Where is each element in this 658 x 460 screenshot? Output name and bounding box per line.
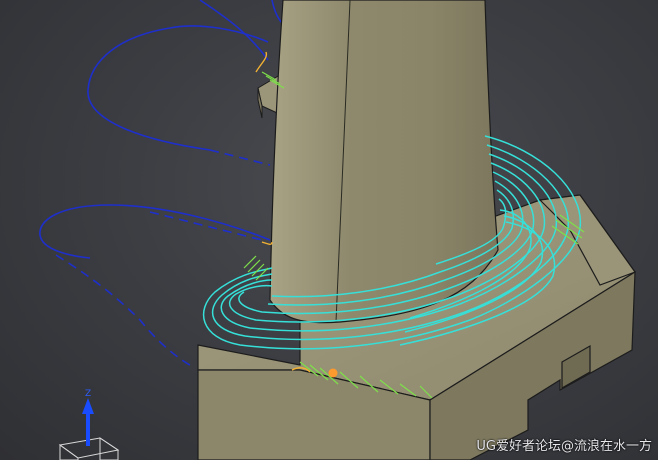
rapid-move-dashed-upper — [209, 149, 271, 166]
tool-start-marker — [328, 368, 338, 378]
rapid-move-dashed-lower — [55, 254, 196, 369]
coordinate-triad: Z — [58, 389, 120, 460]
rapid-move-upper — [199, 0, 269, 61]
forum-watermark: UG爱好者论坛@流浪在水一方 — [476, 439, 652, 454]
cam-scene: Z — [39, 0, 636, 460]
turbine-blade — [269, 0, 499, 324]
z-axis-label: Z — [85, 389, 91, 399]
rapid-move-dashed-mid — [149, 211, 263, 241]
z-axis-arrow-icon — [82, 398, 94, 414]
rapid-move-loop-upper — [87, 25, 269, 151]
graphics-viewport[interactable]: Z UG爱好者论坛@流浪在水一方 — [0, 0, 658, 460]
